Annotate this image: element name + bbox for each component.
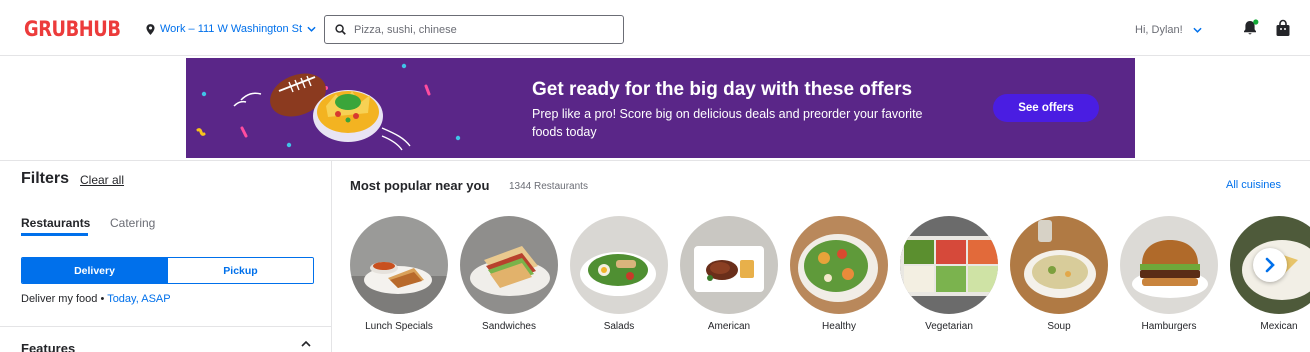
see-offers-button[interactable]: See offers: [993, 94, 1099, 122]
most-popular-heading: Most popular near you: [350, 178, 490, 193]
cuisine-image: [680, 216, 778, 314]
delivery-address-text: Work – 111 W Washington St: [160, 23, 303, 35]
promo-banner[interactable]: Get ready for the big day with these off…: [186, 58, 1135, 158]
cuisine-salads[interactable]: Salads: [570, 216, 668, 332]
cuisine-american[interactable]: American: [680, 216, 778, 332]
delivery-time-row: Deliver my food • Today, ASAP: [21, 293, 171, 305]
cuisine-image: [790, 216, 888, 314]
cuisine-image: [350, 216, 448, 314]
carousel-next-button[interactable]: [1253, 248, 1287, 282]
account-menu[interactable]: Hi, Dylan!: [1135, 24, 1202, 36]
tab-restaurants[interactable]: Restaurants: [21, 216, 90, 230]
cuisine-soup[interactable]: Soup: [1010, 216, 1108, 332]
cuisine-carousel: Lunch Specials Sandwiches Salads America…: [349, 216, 1310, 352]
cuisine-hamburgers[interactable]: Hamburgers: [1120, 216, 1218, 332]
delivery-time-link[interactable]: Today, ASAP: [107, 293, 170, 305]
divider: [0, 326, 331, 327]
cuisine-label: Mexican: [1260, 321, 1298, 332]
search-input[interactable]: [354, 23, 604, 36]
notification-bell-icon[interactable]: [1242, 19, 1260, 37]
cuisine-image: [570, 216, 668, 314]
top-header: GRUBHUB Work – 111 W Washington St Hi, D…: [0, 0, 1310, 56]
search-icon: [335, 24, 346, 35]
features-heading[interactable]: Features: [21, 341, 75, 352]
grubhub-logo[interactable]: GRUBHUB: [24, 17, 121, 41]
football-nachos-illustration: [196, 63, 461, 151]
chevron-down-icon: [307, 26, 316, 32]
delivery-address-selector[interactable]: Work – 111 W Washington St: [146, 23, 316, 35]
pickup-button[interactable]: Pickup: [167, 258, 313, 283]
delivery-pickup-toggle: Delivery Pickup: [21, 257, 314, 284]
chevron-down-icon: [1193, 27, 1202, 33]
search-box[interactable]: [324, 15, 624, 44]
cuisine-lunch-specials[interactable]: Lunch Specials: [350, 216, 448, 332]
cuisine-image: [460, 216, 558, 314]
cuisine-vegetarian[interactable]: Vegetarian: [900, 216, 998, 332]
shopping-bag-icon[interactable]: [1275, 19, 1291, 37]
delivery-time-label: Deliver my food •: [21, 293, 108, 305]
cuisine-image: [900, 216, 998, 314]
banner-title: Get ready for the big day with these off…: [532, 79, 913, 100]
tab-catering[interactable]: Catering: [110, 216, 155, 230]
greeting-text: Hi, Dylan!: [1135, 24, 1183, 36]
delivery-button[interactable]: Delivery: [22, 258, 167, 283]
chevron-right-icon: [1265, 257, 1275, 273]
cuisine-image: [1010, 216, 1108, 314]
location-pin-icon: [146, 23, 155, 35]
all-cuisines-link[interactable]: All cuisines: [1226, 179, 1281, 191]
clear-all-link[interactable]: Clear all: [80, 173, 124, 187]
active-tab-indicator: [21, 233, 88, 236]
notification-dot: [1253, 19, 1259, 25]
filters-heading: Filters: [21, 170, 70, 187]
filters-sidebar: Filters Clear all Restaurants Catering D…: [0, 161, 332, 352]
chevron-up-icon[interactable]: [301, 341, 311, 347]
banner-description: Prep like a pro! Score big on delicious …: [532, 107, 923, 139]
cuisine-sandwiches[interactable]: Sandwiches: [460, 216, 558, 332]
cuisine-healthy[interactable]: Healthy: [790, 216, 888, 332]
restaurant-count: 1344 Restaurants: [509, 181, 588, 192]
cuisine-image: [1120, 216, 1218, 314]
